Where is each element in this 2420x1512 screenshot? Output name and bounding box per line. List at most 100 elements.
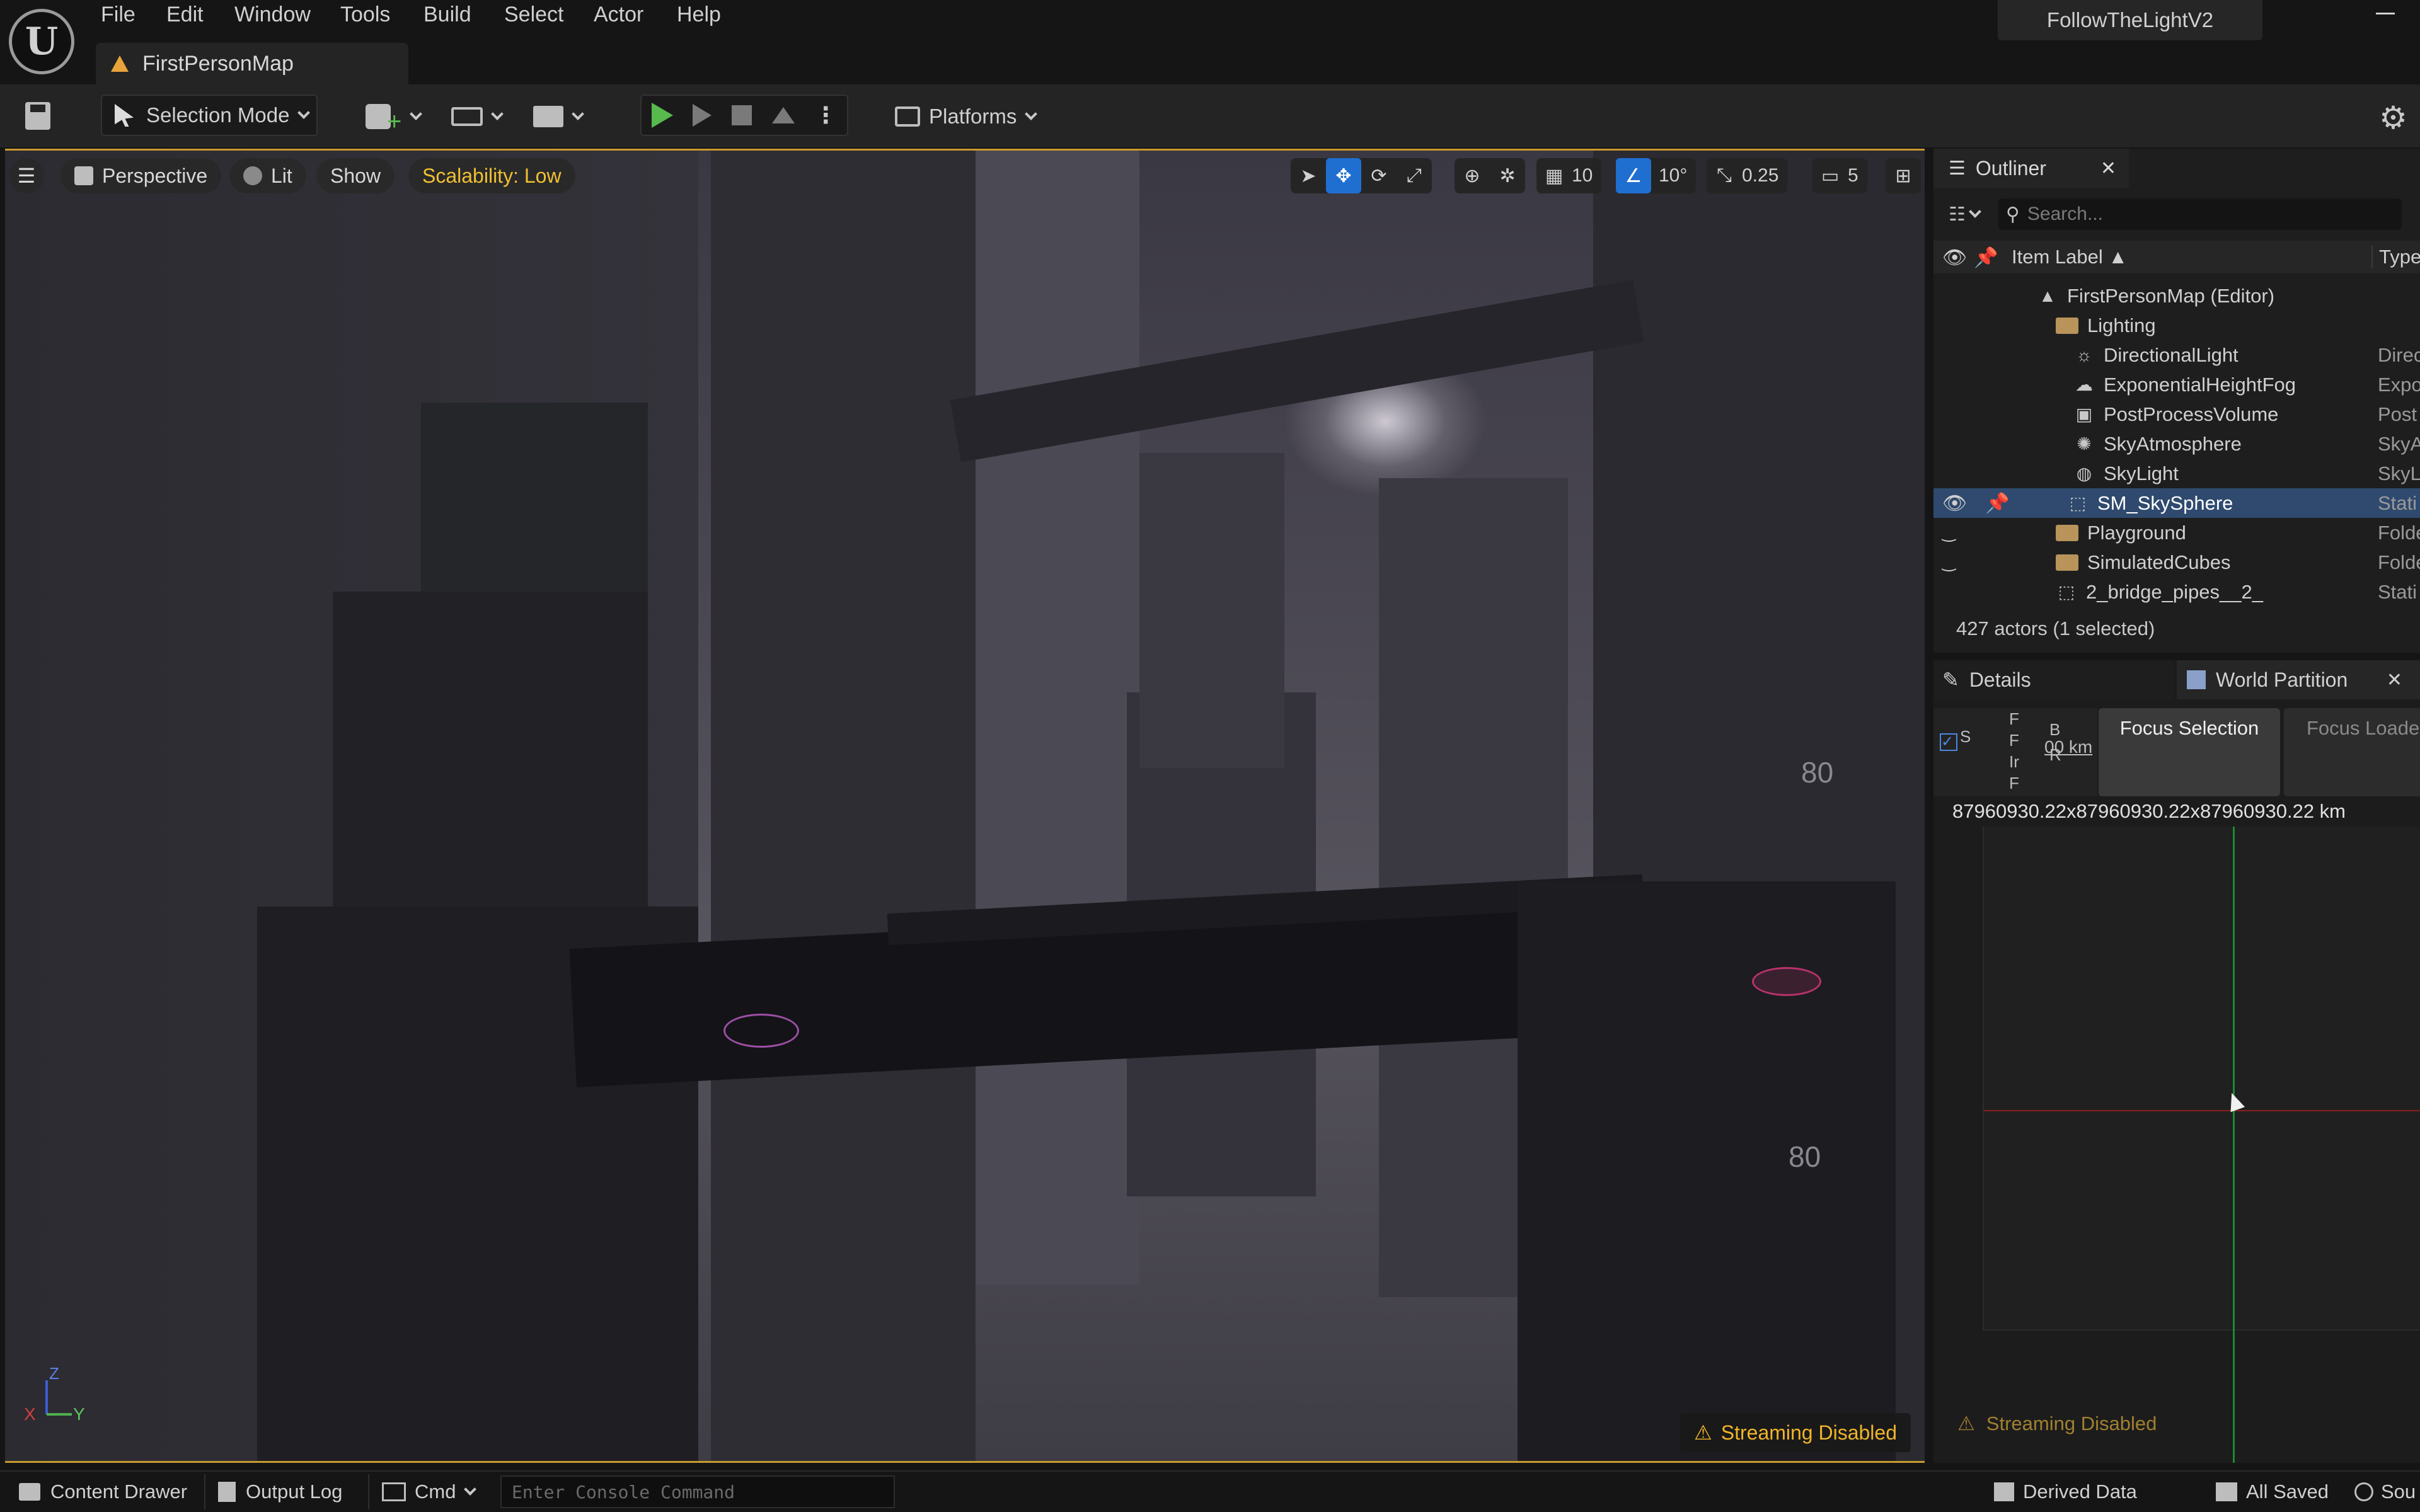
chevron-down-icon[interactable] xyxy=(1969,205,1981,218)
output-log-button[interactable]: Output Log xyxy=(218,1475,342,1508)
step-icon[interactable] xyxy=(693,104,712,127)
stop-icon[interactable] xyxy=(731,105,752,125)
cmd-dropdown[interactable]: Cmd xyxy=(382,1475,477,1508)
viewport-menu-button[interactable]: ☰ xyxy=(9,158,44,193)
scale-tool-icon[interactable]: ⤢ xyxy=(1397,158,1432,193)
tree-row-post-process[interactable]: ▣ PostProcessVolume Post xyxy=(1933,399,2420,429)
view-mode-lit-button[interactable]: Lit xyxy=(229,158,306,193)
close-icon[interactable]: ✕ xyxy=(2387,669,2402,691)
selection-mode-dropdown[interactable]: Selection Mode xyxy=(101,94,318,136)
all-saved-button[interactable]: All Saved xyxy=(2216,1475,2329,1508)
tree-row-height-fog[interactable]: ☁ ExponentialHeightFog Expo xyxy=(1933,370,2420,399)
tree-row-sky-light[interactable]: ◍ SkyLight SkyL xyxy=(1933,459,2420,488)
menu-tools[interactable]: Tools xyxy=(340,3,390,27)
menu-build[interactable]: Build xyxy=(424,3,471,27)
tab-outliner[interactable]: ☰ Outliner ✕ xyxy=(1933,149,2129,188)
save-status-icon xyxy=(2216,1482,2237,1501)
outliner-search-input[interactable]: ⚲ Search... xyxy=(1998,198,2402,230)
neon-sign-left xyxy=(723,1014,799,1048)
menu-edit[interactable]: Edit xyxy=(166,3,204,27)
axis-y-label: Y xyxy=(73,1404,85,1424)
save-icon[interactable] xyxy=(25,102,50,130)
surface-snap-icon[interactable]: ✲ xyxy=(1490,158,1525,193)
minimize-icon[interactable] xyxy=(2376,13,2395,14)
column-type[interactable]: Type xyxy=(2371,246,2420,268)
mid-building-top xyxy=(1139,453,1284,768)
level-viewport[interactable]: 80 80 ☰ Perspective Lit Show Scalability… xyxy=(5,149,1925,1463)
perspective-button[interactable]: Perspective xyxy=(60,158,222,193)
tree-row-map[interactable]: ▲ FirstPersonMap (Editor) xyxy=(1933,281,2420,311)
show-button[interactable]: Show xyxy=(316,158,395,193)
rotation-snap-control[interactable]: ∠ 10° xyxy=(1616,158,1697,193)
source-control-label: Sou xyxy=(2381,1480,2416,1503)
tree-row-bridge-pipes[interactable]: ⬚ 2_bridge_pipes__2_ Stati xyxy=(1933,577,2420,607)
menu-actor[interactable]: Actor xyxy=(594,3,643,27)
sky-atmosphere-icon: ✺ xyxy=(2077,434,2092,454)
platforms-icon xyxy=(895,106,920,127)
tree-row-lighting[interactable]: Lighting xyxy=(1933,311,2420,340)
close-icon[interactable]: ✕ xyxy=(2100,158,2116,180)
scalability-warning[interactable]: Scalability: Low xyxy=(408,158,575,193)
select-tool-icon[interactable]: ➤ xyxy=(1291,158,1326,193)
scalability-label: Scalability: Low xyxy=(422,164,562,187)
tree-row-sky-sphere[interactable]: 👁 📌 ⬚ SM_SkySphere Stati xyxy=(1933,488,2420,518)
blueprint-icon xyxy=(451,107,483,126)
eject-icon[interactable] xyxy=(771,107,795,123)
tree-row-directional-light[interactable]: ☼ DirectionalLight Direc xyxy=(1933,340,2420,370)
source-control-button[interactable]: Sou xyxy=(2354,1475,2416,1508)
scale-snap-value: 0.25 xyxy=(1742,165,1779,186)
column-item-label[interactable]: Item Label ▲ xyxy=(2012,246,2128,268)
menu-window[interactable]: Window xyxy=(234,3,311,27)
pin-icon[interactable]: 📌 xyxy=(1985,491,2010,515)
visibility-hidden-icon[interactable]: ‿ xyxy=(1942,553,1968,572)
tree-row-sky-atmosphere[interactable]: ✺ SkyAtmosphere SkyA xyxy=(1933,429,2420,459)
camera-speed-control[interactable]: ▭ 5 xyxy=(1812,158,1867,193)
tab-world-partition[interactable]: World Partition ✕ xyxy=(2177,660,2420,699)
grid-snap-control[interactable]: ▦ 10 xyxy=(1536,158,1602,193)
play-controls: ⋮ xyxy=(640,94,848,136)
visibility-hidden-icon[interactable]: ‿ xyxy=(1942,523,1968,542)
focus-loaded-button[interactable]: Focus Loade xyxy=(2284,708,2420,796)
menu-help[interactable]: Help xyxy=(677,3,721,27)
tab-first-person-map[interactable]: FirstPersonMap xyxy=(96,43,408,84)
menu-file[interactable]: File xyxy=(101,3,135,27)
clipped-km-value[interactable]: 00 km xyxy=(2044,737,2092,757)
central-tower xyxy=(711,151,976,1461)
world-space-icon[interactable]: ⊕ xyxy=(1455,158,1490,193)
content-drawer-button[interactable]: Content Drawer xyxy=(13,1475,193,1508)
scale-snap-control[interactable]: ⤡ 0.25 xyxy=(1707,158,1788,193)
menu-select[interactable]: Select xyxy=(504,3,564,27)
visibility-column-icon[interactable]: 👁 xyxy=(1942,246,1968,269)
world-partition-tab-label: World Partition xyxy=(2216,668,2348,691)
tree-row-simulated-cubes[interactable]: ‿ SimulatedCubes Folde xyxy=(1933,547,2420,577)
translate-tool-icon[interactable]: ✥ xyxy=(1326,158,1361,193)
blueprint-button[interactable] xyxy=(451,101,504,132)
tree-row-playground[interactable]: ‿ Playground Folde xyxy=(1933,518,2420,547)
rotate-tool-icon[interactable]: ⟳ xyxy=(1361,158,1397,193)
console-command-input[interactable]: Enter Console Command xyxy=(500,1475,895,1508)
level-icon: ▲ xyxy=(2039,285,2056,306)
cinematics-button[interactable] xyxy=(533,101,584,132)
perspective-label: Perspective xyxy=(102,164,208,187)
focus-selection-button[interactable]: Focus Selection xyxy=(2099,708,2280,796)
scale-snap-icon: ⤡ xyxy=(1717,165,1732,186)
settings-gear-icon[interactable]: ⚙ xyxy=(2379,100,2407,136)
play-icon[interactable] xyxy=(651,103,673,128)
pin-column-icon[interactable]: 📌 xyxy=(1974,246,2012,269)
viewport-layout-button[interactable]: ⊞ xyxy=(1886,158,1921,193)
add-actor-button[interactable]: + xyxy=(366,101,423,135)
directional-light-icon: ☼ xyxy=(2076,345,2092,365)
filter-icon[interactable]: ☷ xyxy=(1949,203,1966,226)
unreal-logo-icon[interactable]: U xyxy=(9,9,74,74)
streaming-label: Streaming Disabled xyxy=(1720,1421,1897,1444)
checkbox-checked-icon[interactable]: ✓ xyxy=(1940,733,1957,751)
focus-selection-label: Focus Selection xyxy=(2119,717,2259,739)
more-options-icon[interactable]: ⋮ xyxy=(814,102,837,129)
platforms-button[interactable]: Platforms xyxy=(895,101,1038,132)
visibility-eye-icon[interactable]: 👁 xyxy=(1942,491,1968,515)
world-partition-minimap[interactable] xyxy=(1983,827,2420,1331)
row-type: Stati xyxy=(2378,491,2417,514)
tab-details[interactable]: ✎ Details xyxy=(1933,660,2173,699)
derived-data-button[interactable]: Derived Data xyxy=(1994,1475,2137,1508)
transform-tools: ➤ ✥ ⟳ ⤢ xyxy=(1291,158,1432,193)
